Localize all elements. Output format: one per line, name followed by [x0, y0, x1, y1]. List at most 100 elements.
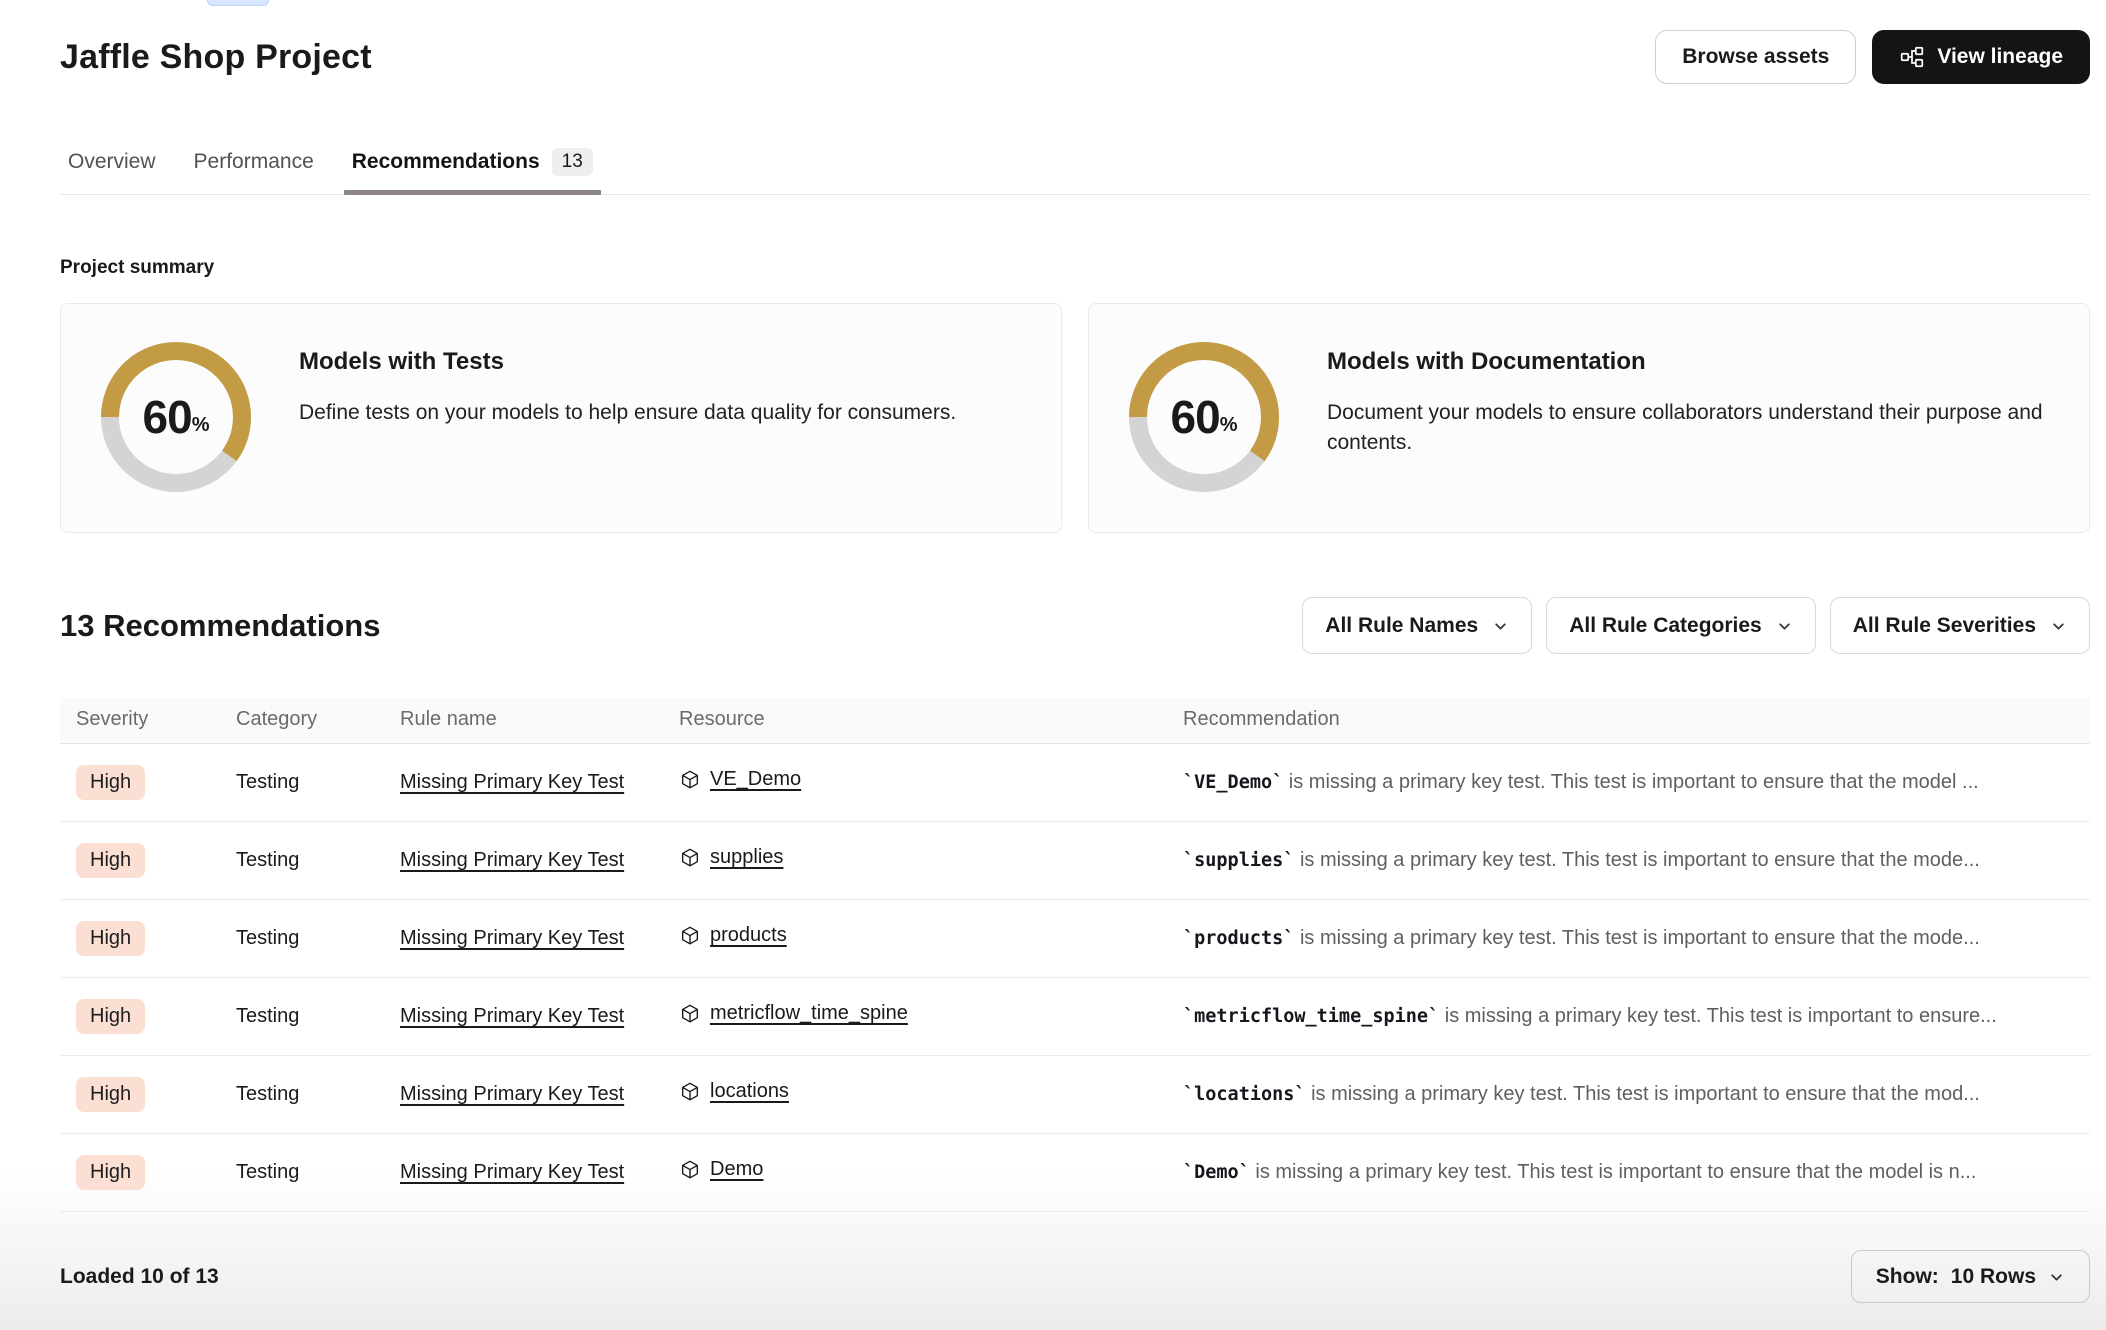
column-header-resource: Resource	[663, 698, 1167, 744]
resource-link[interactable]: supplies	[679, 846, 783, 869]
severity-badge: High	[76, 1155, 145, 1190]
category-cell: Testing	[220, 1056, 384, 1134]
column-header-rule-name: Rule name	[384, 698, 663, 744]
table-row: High Testing Missing Primary Key Test su…	[60, 822, 2090, 900]
category-cell: Testing	[220, 1134, 384, 1212]
recommendation-cell: `locations` is missing a primary key tes…	[1167, 1056, 2090, 1134]
rule-name-link[interactable]: Missing Primary Key Test	[400, 1161, 624, 1183]
resource-name: VE_Demo	[710, 768, 801, 791]
summary-cards: 60 % Models with Tests Define tests on y…	[60, 303, 2090, 533]
recommendation-code: `metricflow_time_spine`	[1183, 1006, 1439, 1027]
severity-badge: High	[76, 1077, 145, 1112]
recommendations-table: Severity Category Rule name Resource Rec…	[60, 698, 2090, 1212]
donut-percent: 60 %	[1129, 342, 1279, 492]
card-description: Define tests on your models to help ensu…	[299, 398, 956, 428]
filter-bar: All Rule Names All Rule Categories All R…	[1302, 597, 2090, 654]
resource-name: products	[710, 924, 787, 947]
rule-name-link[interactable]: Missing Primary Key Test	[400, 1005, 624, 1027]
recommendations-heading: 13 Recommendations	[60, 608, 380, 644]
tab-recommendations[interactable]: Recommendations 13	[344, 148, 601, 194]
resource-name: Demo	[710, 1158, 763, 1181]
package-icon	[679, 847, 701, 869]
package-icon	[679, 925, 701, 947]
filter-label: All Rule Severities	[1853, 614, 2036, 638]
resource-name: supplies	[710, 846, 783, 869]
recommendations-count-badge: 13	[552, 148, 593, 176]
recommendation-code: `VE_Demo`	[1183, 772, 1283, 793]
show-rows-button[interactable]: Show: 10 Rows	[1851, 1250, 2090, 1303]
recommendation-cell: `VE_Demo` is missing a primary key test.…	[1167, 744, 2090, 822]
chevron-down-icon	[1776, 618, 1793, 635]
recommendation-text: is missing a primary key test. This test…	[1250, 1161, 1977, 1183]
show-value: 10 Rows	[1951, 1265, 2036, 1289]
resource-link[interactable]: locations	[679, 1080, 789, 1103]
donut-percent-sign: %	[192, 414, 210, 437]
show-label: Show:	[1876, 1265, 1939, 1289]
rule-name-link[interactable]: Missing Primary Key Test	[400, 771, 624, 793]
page-title: Jaffle Shop Project	[60, 30, 372, 77]
rule-severities-filter[interactable]: All Rule Severities	[1830, 597, 2090, 654]
rule-name-link[interactable]: Missing Primary Key Test	[400, 849, 624, 871]
table-row: High Testing Missing Primary Key Test De…	[60, 1134, 2090, 1212]
severity-badge: High	[76, 921, 145, 956]
resource-link[interactable]: Demo	[679, 1158, 763, 1181]
loaded-status: Loaded 10 of 13	[60, 1265, 219, 1289]
chevron-down-icon	[2050, 618, 2067, 635]
tab-performance[interactable]: Performance	[186, 148, 322, 194]
resource-name: locations	[710, 1080, 789, 1103]
view-lineage-button[interactable]: View lineage	[1872, 30, 2090, 84]
donut-chart-tests: 60 %	[101, 342, 251, 492]
recommendation-text: is missing a primary key test. This test…	[1294, 927, 1979, 949]
resource-link[interactable]: products	[679, 924, 787, 947]
recommendation-cell: `supplies` is missing a primary key test…	[1167, 822, 2090, 900]
rule-name-link[interactable]: Missing Primary Key Test	[400, 927, 624, 949]
recommendation-text: is missing a primary key test. This test…	[1306, 1083, 1980, 1105]
table-row: High Testing Missing Primary Key Test lo…	[60, 1056, 2090, 1134]
page-header: Jaffle Shop Project Browse assets View l…	[0, 0, 2106, 84]
table-row: High Testing Missing Primary Key Test VE…	[60, 744, 2090, 822]
card-description: Document your models to ensure collabora…	[1327, 398, 2049, 458]
table-header-row: Severity Category Rule name Resource Rec…	[60, 698, 2090, 744]
donut-percent-value: 60	[143, 390, 192, 444]
card-title: Models with Tests	[299, 348, 956, 376]
top-edge-pill	[207, 0, 269, 6]
category-cell: Testing	[220, 978, 384, 1056]
browse-assets-button[interactable]: Browse assets	[1655, 30, 1856, 84]
rule-names-filter[interactable]: All Rule Names	[1302, 597, 1532, 654]
card-title: Models with Documentation	[1327, 348, 2049, 376]
resource-link[interactable]: VE_Demo	[679, 768, 801, 791]
donut-chart-documentation: 60 %	[1129, 342, 1279, 492]
donut-percent-sign: %	[1220, 414, 1238, 437]
filter-label: All Rule Categories	[1569, 614, 1762, 638]
tab-overview[interactable]: Overview	[60, 148, 164, 194]
tab-bar: Overview Performance Recommendations 13	[60, 148, 2090, 195]
filter-label: All Rule Names	[1325, 614, 1478, 638]
donut-percent: 60 %	[101, 342, 251, 492]
rule-categories-filter[interactable]: All Rule Categories	[1546, 597, 1816, 654]
recommendation-text: is missing a primary key test. This test…	[1283, 771, 1978, 793]
tab-recommendations-label: Recommendations	[352, 150, 540, 174]
category-cell: Testing	[220, 822, 384, 900]
recommendation-cell: `metricflow_time_spine` is missing a pri…	[1167, 978, 2090, 1056]
donut-percent-value: 60	[1171, 390, 1220, 444]
recommendation-code: `supplies`	[1183, 850, 1294, 871]
browse-assets-label: Browse assets	[1682, 45, 1829, 69]
severity-badge: High	[76, 765, 145, 800]
column-header-category: Category	[220, 698, 384, 744]
recommendation-text: is missing a primary key test. This test…	[1439, 1005, 1997, 1027]
resource-link[interactable]: metricflow_time_spine	[679, 1002, 908, 1025]
header-actions: Browse assets View lineage	[1655, 30, 2090, 84]
models-with-documentation-card: 60 % Models with Documentation Document …	[1088, 303, 2090, 533]
lineage-icon	[1899, 44, 1925, 70]
recommendation-code: `locations`	[1183, 1084, 1306, 1105]
chevron-down-icon	[1492, 618, 1509, 635]
view-lineage-label: View lineage	[1937, 45, 2063, 69]
chevron-down-icon	[2048, 1269, 2065, 1286]
rule-name-link[interactable]: Missing Primary Key Test	[400, 1083, 624, 1105]
recommendation-code: `Demo`	[1183, 1162, 1250, 1183]
column-header-severity: Severity	[60, 698, 220, 744]
tab-overview-label: Overview	[68, 150, 156, 174]
package-icon	[679, 1159, 701, 1181]
tab-performance-label: Performance	[194, 150, 314, 174]
models-with-tests-card: 60 % Models with Tests Define tests on y…	[60, 303, 1062, 533]
